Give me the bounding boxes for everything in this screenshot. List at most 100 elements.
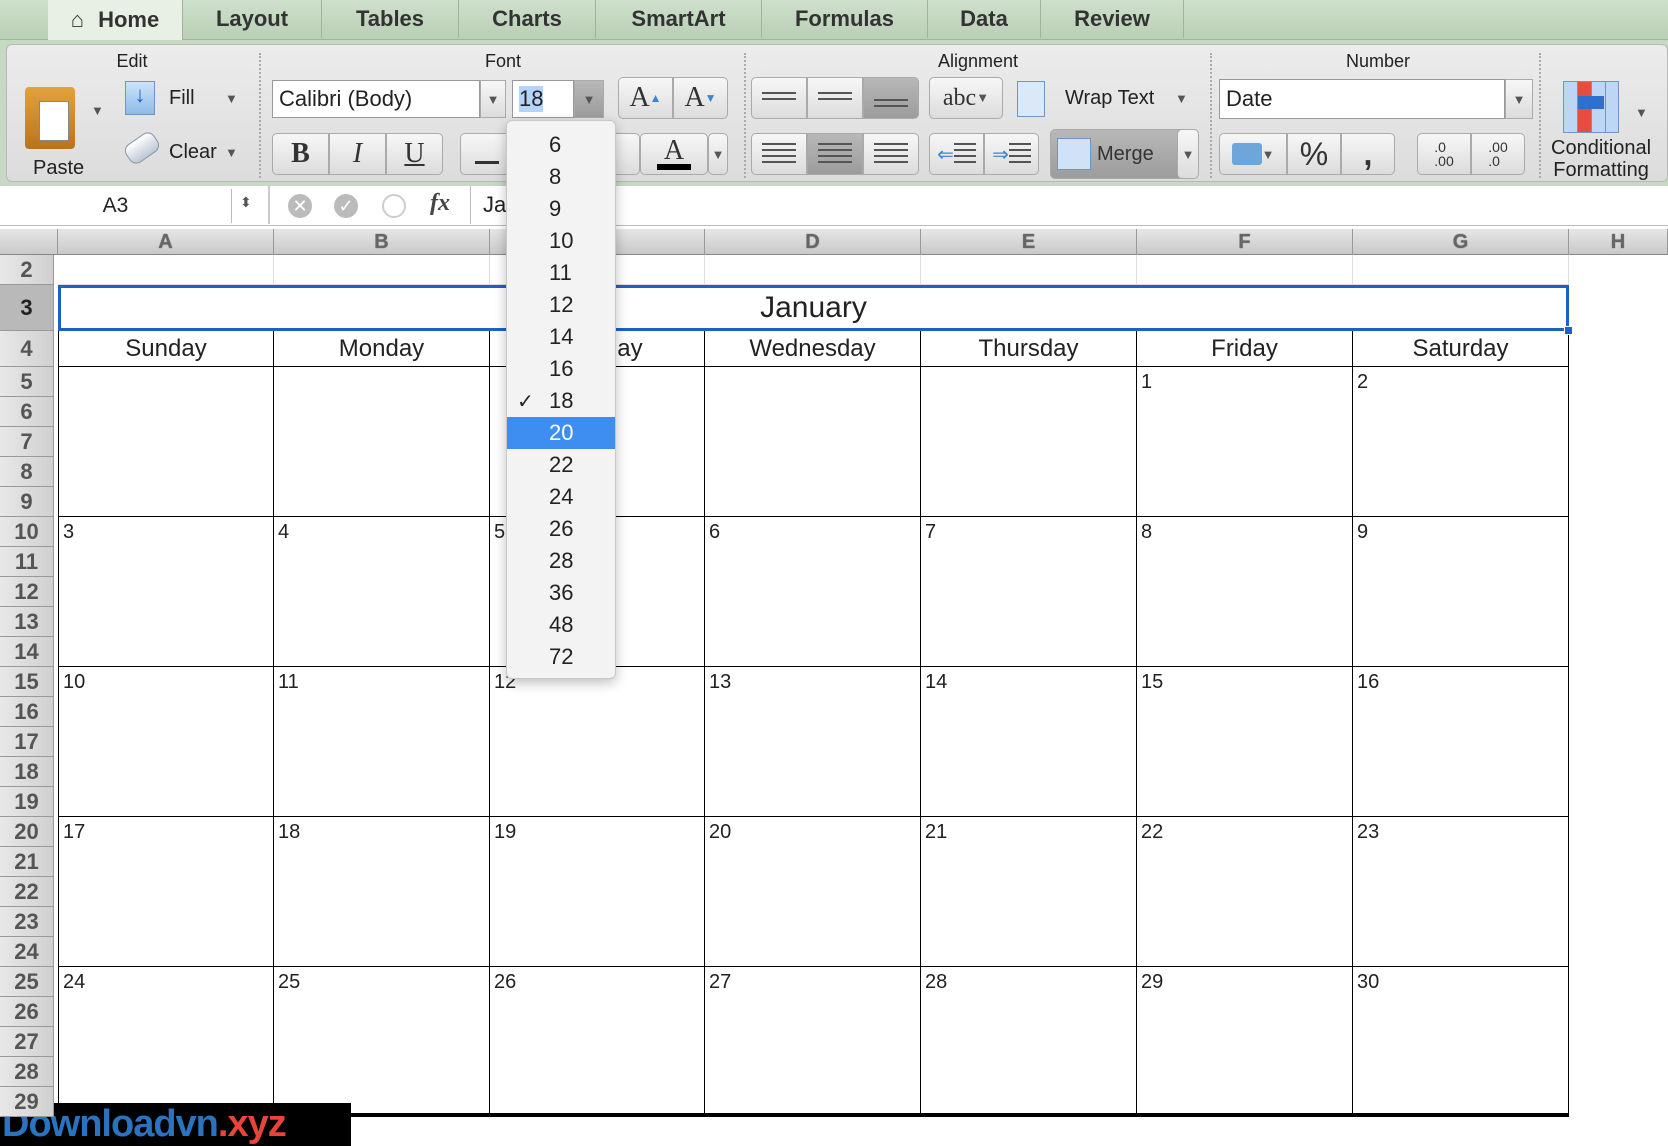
calendar-day-cell[interactable]: 15	[1137, 667, 1353, 817]
calendar-day-cell[interactable]: 10	[58, 667, 274, 817]
row-header[interactable]: 6	[0, 397, 54, 427]
row-header[interactable]: 19	[0, 787, 54, 817]
calendar-day-cell[interactable]	[921, 367, 1137, 517]
row-header[interactable]: 27	[0, 1027, 54, 1057]
calendar-day-cell[interactable]: 6	[705, 517, 921, 667]
align-bottom-button[interactable]	[863, 77, 919, 119]
row-header[interactable]: 22	[0, 877, 54, 907]
font-size-option[interactable]: 72	[507, 641, 615, 673]
conditional-formatting-dropdown[interactable]: ▼	[1635, 105, 1648, 120]
font-size-option[interactable]: 11	[507, 257, 615, 289]
row-header[interactable]: 16	[0, 697, 54, 727]
calendar-day-cell[interactable]: 28	[921, 967, 1137, 1117]
paste-icon[interactable]	[25, 87, 75, 149]
fill-dropdown-arrow[interactable]: ▼	[225, 91, 238, 106]
tab-formulas[interactable]: Formulas	[762, 0, 928, 38]
row-header[interactable]: 29	[0, 1087, 54, 1117]
column-header[interactable]: A	[58, 229, 274, 255]
align-middle-button[interactable]	[807, 77, 863, 119]
decrease-indent-button[interactable]: ⇐	[929, 133, 984, 175]
tab-smartart[interactable]: SmartArt	[596, 0, 762, 38]
row-header[interactable]: 11	[0, 547, 54, 577]
row-header[interactable]: 4	[0, 331, 54, 367]
clear-dropdown-arrow[interactable]: ▼	[225, 145, 238, 160]
font-size-option[interactable]: 9	[507, 193, 615, 225]
italic-button[interactable]: I	[329, 133, 386, 175]
wrap-text-button[interactable]: Wrap Text	[1065, 87, 1154, 110]
month-title-cell[interactable]: January	[58, 285, 1569, 331]
align-right-button[interactable]	[863, 133, 919, 175]
calendar-day-cell[interactable]: 3	[58, 517, 274, 667]
row-header[interactable]: 12	[0, 577, 54, 607]
merge-button[interactable]: Merge	[1050, 129, 1190, 179]
name-box-stepper[interactable]: ⬍	[240, 194, 252, 211]
calendar-day-cell[interactable]: 19	[490, 817, 705, 967]
comma-button[interactable]: ,	[1341, 133, 1395, 175]
paste-dropdown-arrow[interactable]: ▼	[91, 103, 104, 118]
currency-button[interactable]: ▼	[1219, 133, 1287, 175]
font-size-option[interactable]: ✓ 18	[507, 385, 615, 417]
row-header[interactable]: 18	[0, 757, 54, 787]
tab-layout[interactable]: Layout	[183, 0, 322, 38]
font-size-option[interactable]: 24	[507, 481, 615, 513]
calendar-day-cell[interactable]: 11	[274, 667, 490, 817]
column-header[interactable]: B	[274, 229, 490, 255]
tab-tables[interactable]: Tables	[322, 0, 459, 38]
font-size-dropdown[interactable]: ▼	[574, 80, 604, 118]
row-header[interactable]: 25	[0, 967, 54, 997]
orientation-button[interactable]: abc ▼	[929, 77, 1003, 119]
row-header[interactable]: 5	[0, 367, 54, 397]
row-header[interactable]: 23	[0, 907, 54, 937]
formula-input[interactable]: January	[470, 186, 1668, 224]
wrap-text-dropdown[interactable]: ▼	[1175, 91, 1188, 106]
row-header[interactable]: 15	[0, 667, 54, 697]
row-header[interactable]: 2	[0, 255, 54, 285]
calendar-day-cell[interactable]: 4	[274, 517, 490, 667]
decrease-decimal-button[interactable]: .00 .0	[1471, 133, 1525, 175]
calendar-day-cell[interactable]: 21	[921, 817, 1137, 967]
fill-button[interactable]: Fill	[169, 87, 195, 110]
name-box[interactable]: A3	[0, 189, 232, 223]
calendar-day-cell[interactable]	[58, 367, 274, 517]
font-size-option[interactable]: 14	[507, 321, 615, 353]
font-name-dropdown[interactable]: ▼	[480, 80, 506, 118]
font-size-option[interactable]: 10	[507, 225, 615, 257]
calendar-day-cell[interactable]: 30	[1353, 967, 1569, 1117]
calendar-day-cell[interactable]: 14	[921, 667, 1137, 817]
weekday-header[interactable]: Thursday	[921, 331, 1137, 367]
cell[interactable]	[921, 255, 1137, 285]
font-size-option[interactable]: 26	[507, 513, 615, 545]
font-size-option[interactable]: 48	[507, 609, 615, 641]
clear-button[interactable]: Clear	[169, 141, 217, 164]
column-header[interactable]: G	[1353, 229, 1569, 255]
cell[interactable]	[1353, 255, 1569, 285]
calendar-day-cell[interactable]: 2	[1353, 367, 1569, 517]
cancel-icon[interactable]: ✕	[288, 194, 312, 218]
calendar-day-cell[interactable]: 17	[58, 817, 274, 967]
weekday-header[interactable]: Saturday	[1353, 331, 1569, 367]
row-header[interactable]: 14	[0, 637, 54, 667]
calendar-day-cell[interactable]: 13	[705, 667, 921, 817]
row-header[interactable]: 9	[0, 487, 54, 517]
cell[interactable]	[1137, 255, 1353, 285]
merge-dropdown[interactable]: ▼	[1177, 129, 1199, 179]
calendar-day-cell[interactable]: 16	[1353, 667, 1569, 817]
row-header[interactable]: 26	[0, 997, 54, 1027]
calendar-day-cell[interactable]: 25	[274, 967, 490, 1117]
calendar-day-cell[interactable]: 9	[1353, 517, 1569, 667]
row-header[interactable]: 8	[0, 457, 54, 487]
shrink-font-button[interactable]: A ▼	[673, 77, 728, 119]
paste-button[interactable]: Paste	[33, 157, 84, 180]
calendar-day-cell[interactable]: 18	[274, 817, 490, 967]
font-size-field[interactable]: 18	[512, 80, 574, 118]
font-color-dropdown[interactable]: ▼	[708, 133, 728, 175]
align-center-button[interactable]	[807, 133, 863, 175]
number-format-dropdown[interactable]: ▼	[1505, 79, 1533, 119]
row-header[interactable]: 13	[0, 607, 54, 637]
calendar-day-cell[interactable]: 26	[490, 967, 705, 1117]
calendar-day-cell[interactable]	[274, 367, 490, 517]
calendar-day-cell[interactable]: 29	[1137, 967, 1353, 1117]
row-header[interactable]: 10	[0, 517, 54, 547]
increase-indent-button[interactable]: ⇒	[984, 133, 1039, 175]
calendar-day-cell[interactable]: 20	[705, 817, 921, 967]
